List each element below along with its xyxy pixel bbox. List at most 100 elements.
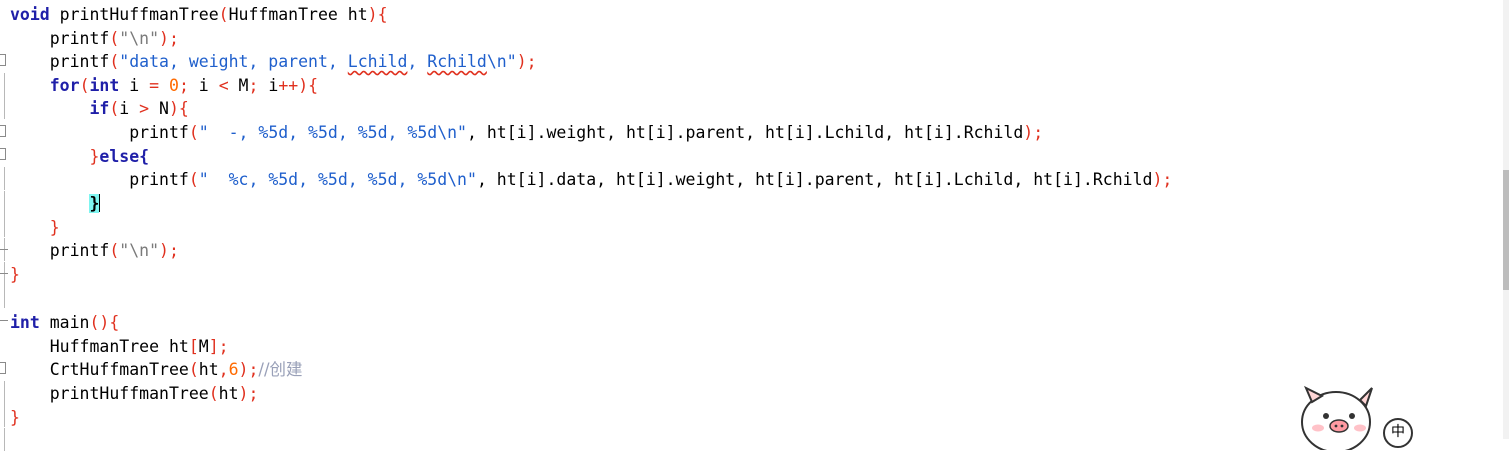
brace: } <box>10 408 20 427</box>
comma: , <box>218 360 229 379</box>
paren: ) <box>516 52 527 71</box>
code-line-2[interactable]: printf("\n"); <box>0 27 1509 96</box>
string-literal: " <box>198 170 229 189</box>
keyword: int <box>89 76 120 95</box>
function-name: main <box>39 313 90 332</box>
code-line-3[interactable]: printf("data, weight, parent, Lchild, Rc… <box>0 50 1509 119</box>
matched-brace-highlight: } <box>89 194 100 213</box>
function-name: printHuffmanTree <box>49 5 219 24</box>
params: HuffmanTree ht <box>228 5 368 24</box>
string-literal: %c, %5d, %5d, %5d, %5d\n" <box>228 170 477 189</box>
string-literal: -, %5d, %5d, %5d, %5d\n" <box>228 123 467 142</box>
bracket: ] <box>208 337 219 356</box>
code-line-18[interactable]: } <box>0 406 1509 429</box>
function-call: printf <box>49 29 110 48</box>
paren: ) <box>298 76 309 95</box>
code-line-17[interactable]: printHuffmanTree(ht); <box>0 382 1509 451</box>
function-call: printHuffmanTree <box>49 384 209 403</box>
vertical-scrollbar[interactable] <box>1503 0 1509 439</box>
string-literal: , <box>407 52 428 71</box>
code-line-14[interactable]: int main(){ <box>0 311 1509 374</box>
paren: ) <box>367 5 378 24</box>
brace: { <box>308 76 319 95</box>
identifier: i <box>258 76 279 95</box>
function-call: CrtHuffmanTree <box>49 360 189 379</box>
paren: ( <box>109 241 120 260</box>
pig-mascot-icon <box>1301 385 1373 450</box>
arguments: , ht[i].data, ht[i].weight, ht[i].parent… <box>476 170 1153 189</box>
brace: } <box>10 265 20 284</box>
semicolon: ; <box>248 76 259 95</box>
semicolon: ; <box>168 29 179 48</box>
brace: { <box>178 99 189 118</box>
semicolon: ; <box>248 384 259 403</box>
paren: ( <box>218 5 229 24</box>
code-line-10[interactable]: } <box>0 216 1509 285</box>
code-line-9[interactable]: } <box>0 192 1509 261</box>
bracket: [ <box>188 337 199 356</box>
paren: ) <box>238 360 249 379</box>
operator: > <box>139 99 150 118</box>
paren: ) <box>159 29 169 48</box>
code-line-7[interactable]: }else{ <box>0 145 1509 214</box>
string-literal: "\n" <box>119 29 160 48</box>
scrollbar-thumb[interactable] <box>1503 170 1509 290</box>
arguments: , ht[i].weight, ht[i].parent, ht[i].Lchi… <box>467 123 1024 142</box>
brace: } <box>49 218 60 237</box>
code-line-4[interactable]: for(int i = 0; i < M; i++){ <box>0 74 1509 137</box>
identifier: i <box>119 76 150 95</box>
identifier: i <box>119 99 140 118</box>
paren: ) <box>159 241 169 260</box>
function-call: printf <box>49 52 110 71</box>
paren: ( <box>109 52 120 71</box>
function-call: printf <box>129 123 189 142</box>
code-editor[interactable]: void printHuffmanTree(HuffmanTree ht){ p… <box>0 0 1509 451</box>
keyword: for <box>49 76 80 95</box>
paren: ) <box>1152 170 1163 189</box>
identifier: N <box>149 99 169 118</box>
identifier: i <box>188 76 219 95</box>
code-line-12[interactable]: } <box>0 263 1509 321</box>
ime-indicator-icon[interactable]: 中 <box>1383 418 1413 448</box>
function-call: printf <box>129 170 189 189</box>
brace: { <box>377 5 388 24</box>
keyword: if <box>89 99 110 118</box>
keyword: int <box>10 313 40 332</box>
semicolon: ; <box>168 241 179 260</box>
code-line-6[interactable]: printf(" -, %5d, %5d, %5d, %5d\n", ht[i]… <box>0 121 1509 190</box>
code-line-8[interactable]: printf(" %c, %5d, %5d, %5d, %5d\n", ht[i… <box>0 168 1509 237</box>
code-line-5[interactable]: if(i > N){ <box>0 97 1509 160</box>
string-literal: "\n" <box>119 241 160 260</box>
paren: ( <box>79 76 90 95</box>
code-line-11[interactable]: printf("\n"); <box>0 239 1509 308</box>
code-line-13[interactable] <box>0 287 1509 310</box>
identifier: ht <box>218 384 239 403</box>
code-line-1[interactable]: void printHuffmanTree(HuffmanTree ht){ <box>0 3 1509 66</box>
number-literal: 0 <box>169 76 179 95</box>
paren: ( <box>109 99 120 118</box>
string-literal: \n" <box>486 52 517 71</box>
function-call: printf <box>49 241 110 260</box>
brace: { <box>139 147 150 166</box>
code-line-16[interactable]: CrtHuffmanTree(ht,6);//创建 <box>0 358 1509 427</box>
semicolon: ; <box>1162 170 1173 189</box>
code-line-15[interactable]: HuffmanTree ht[M]; <box>0 335 1509 404</box>
paren: ( <box>188 360 199 379</box>
semicolon: ; <box>248 360 259 379</box>
semicolon: ; <box>178 76 189 95</box>
paren: ( <box>109 29 120 48</box>
operator: ++ <box>278 76 299 95</box>
operator: < <box>218 76 229 95</box>
